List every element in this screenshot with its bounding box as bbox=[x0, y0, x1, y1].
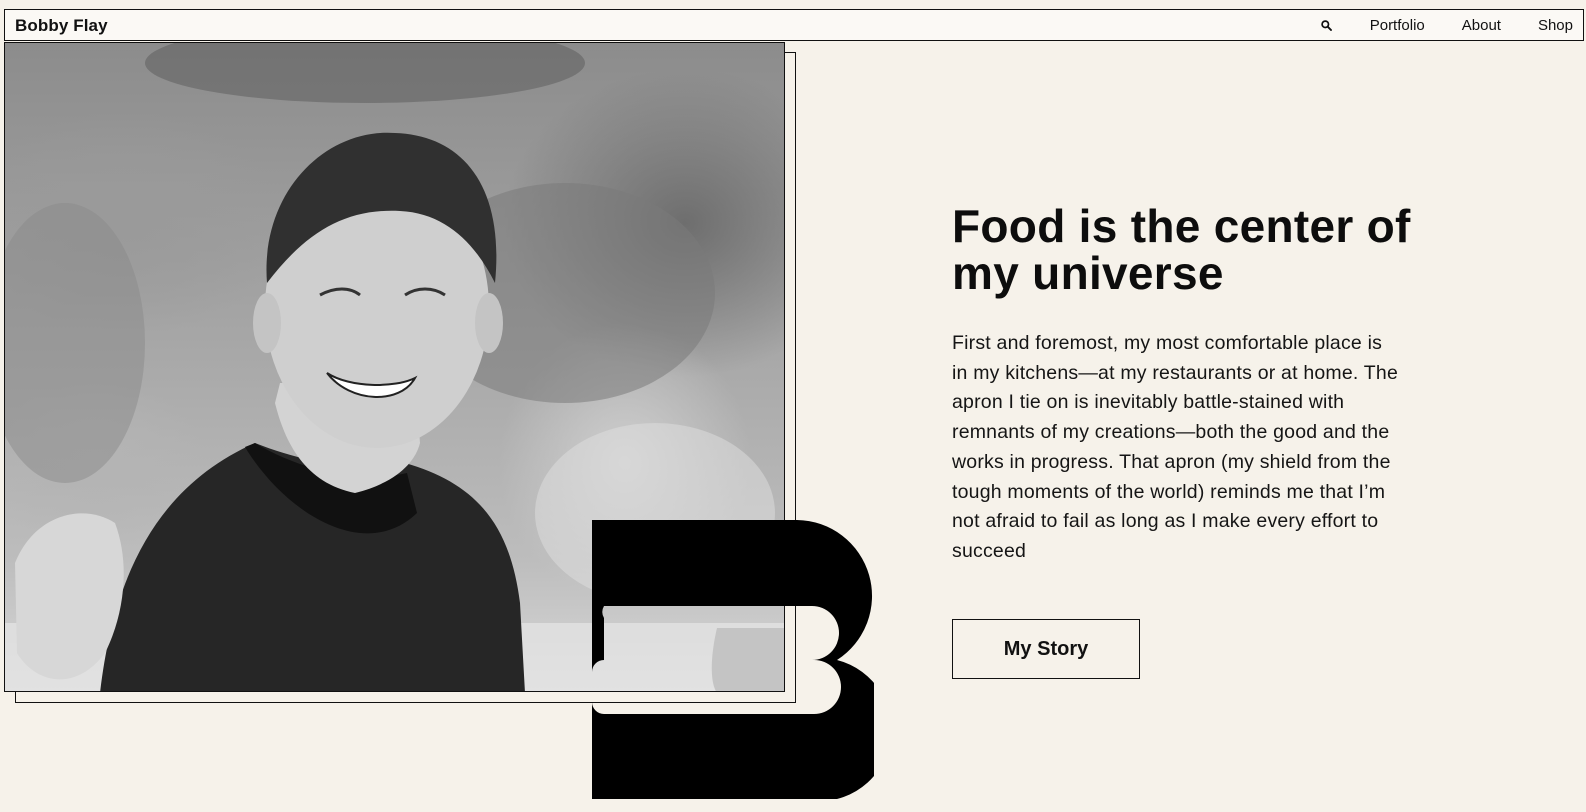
hero-body-text: First and foremost, my most comfortable … bbox=[952, 332, 1398, 562]
nav-menu: Portfolio About Shop bbox=[1320, 10, 1573, 40]
nav-link-shop[interactable]: Shop bbox=[1538, 17, 1573, 34]
nav-link-portfolio[interactable]: Portfolio bbox=[1370, 17, 1425, 34]
brand-logo[interactable]: Bobby Flay bbox=[15, 16, 108, 36]
letter-b-logo bbox=[592, 520, 874, 799]
top-nav: Bobby Flay Portfolio About Shop bbox=[4, 9, 1584, 41]
hero-content: Food is the center of my universe First … bbox=[952, 200, 1422, 679]
my-story-button[interactable]: My Story bbox=[952, 619, 1140, 679]
search-icon[interactable] bbox=[1320, 18, 1334, 32]
hero-headline: Food is the center of my universe bbox=[952, 200, 1411, 299]
nav-link-about[interactable]: About bbox=[1462, 17, 1501, 34]
